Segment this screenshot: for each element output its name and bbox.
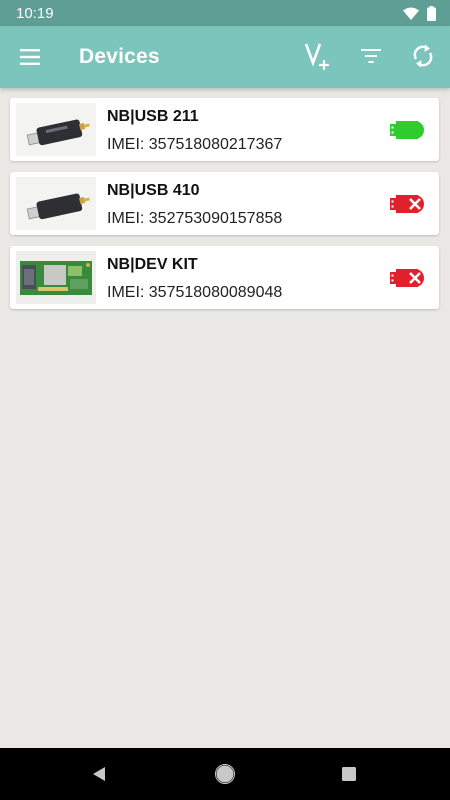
device-imei: IMEI: 357518080089048 <box>107 284 283 301</box>
refresh-button[interactable] <box>408 41 438 71</box>
status-bar: 10:19 <box>0 0 450 26</box>
filter-button[interactable] <box>356 41 386 71</box>
wifi-icon <box>403 7 419 20</box>
device-imei: IMEI: 352753090157858 <box>107 210 283 227</box>
vplus-icon <box>304 43 329 70</box>
device-name: NB|USB 410 <box>107 182 200 199</box>
device-image <box>16 177 96 230</box>
add-version-button[interactable] <box>303 41 333 71</box>
device-list: NB|USB 211 IMEI: 357518080217367 NB|USB … <box>10 98 439 320</box>
device-name: NB|USB 211 <box>107 108 199 125</box>
device-image <box>16 103 96 156</box>
usb-disconnected-icon <box>390 269 424 287</box>
hamburger-menu-icon <box>20 49 40 65</box>
filter-icon <box>361 49 381 63</box>
usb-disconnected-icon <box>390 195 424 213</box>
system-nav-bar <box>0 748 450 800</box>
refresh-icon <box>413 44 433 68</box>
usb-stick-image <box>16 103 96 156</box>
status-icons <box>403 6 436 21</box>
device-image <box>16 251 96 304</box>
back-icon <box>93 767 105 781</box>
status-time: 10:19 <box>16 5 54 22</box>
menu-button[interactable] <box>18 45 42 69</box>
home-button[interactable] <box>214 763 236 785</box>
app-bar: Devices <box>0 26 450 88</box>
dev-kit-board-image <box>16 251 96 304</box>
device-card[interactable]: NB|USB 211 IMEI: 357518080217367 <box>10 98 439 161</box>
page-title: Devices <box>79 45 160 68</box>
usb-stick-image <box>16 177 96 230</box>
back-button[interactable] <box>88 763 110 785</box>
device-card[interactable]: NB|USB 410 IMEI: 352753090157858 <box>10 172 439 235</box>
usb-connected-icon <box>390 121 424 139</box>
device-card[interactable]: NB|DEV KIT IMEI: 357518080089048 <box>10 246 439 309</box>
battery-icon <box>427 6 436 21</box>
recent-apps-icon <box>342 767 356 781</box>
device-imei: IMEI: 357518080217367 <box>107 136 283 153</box>
home-icon <box>215 764 235 784</box>
device-name: NB|DEV KIT <box>107 256 198 273</box>
recent-apps-button[interactable] <box>338 763 360 785</box>
